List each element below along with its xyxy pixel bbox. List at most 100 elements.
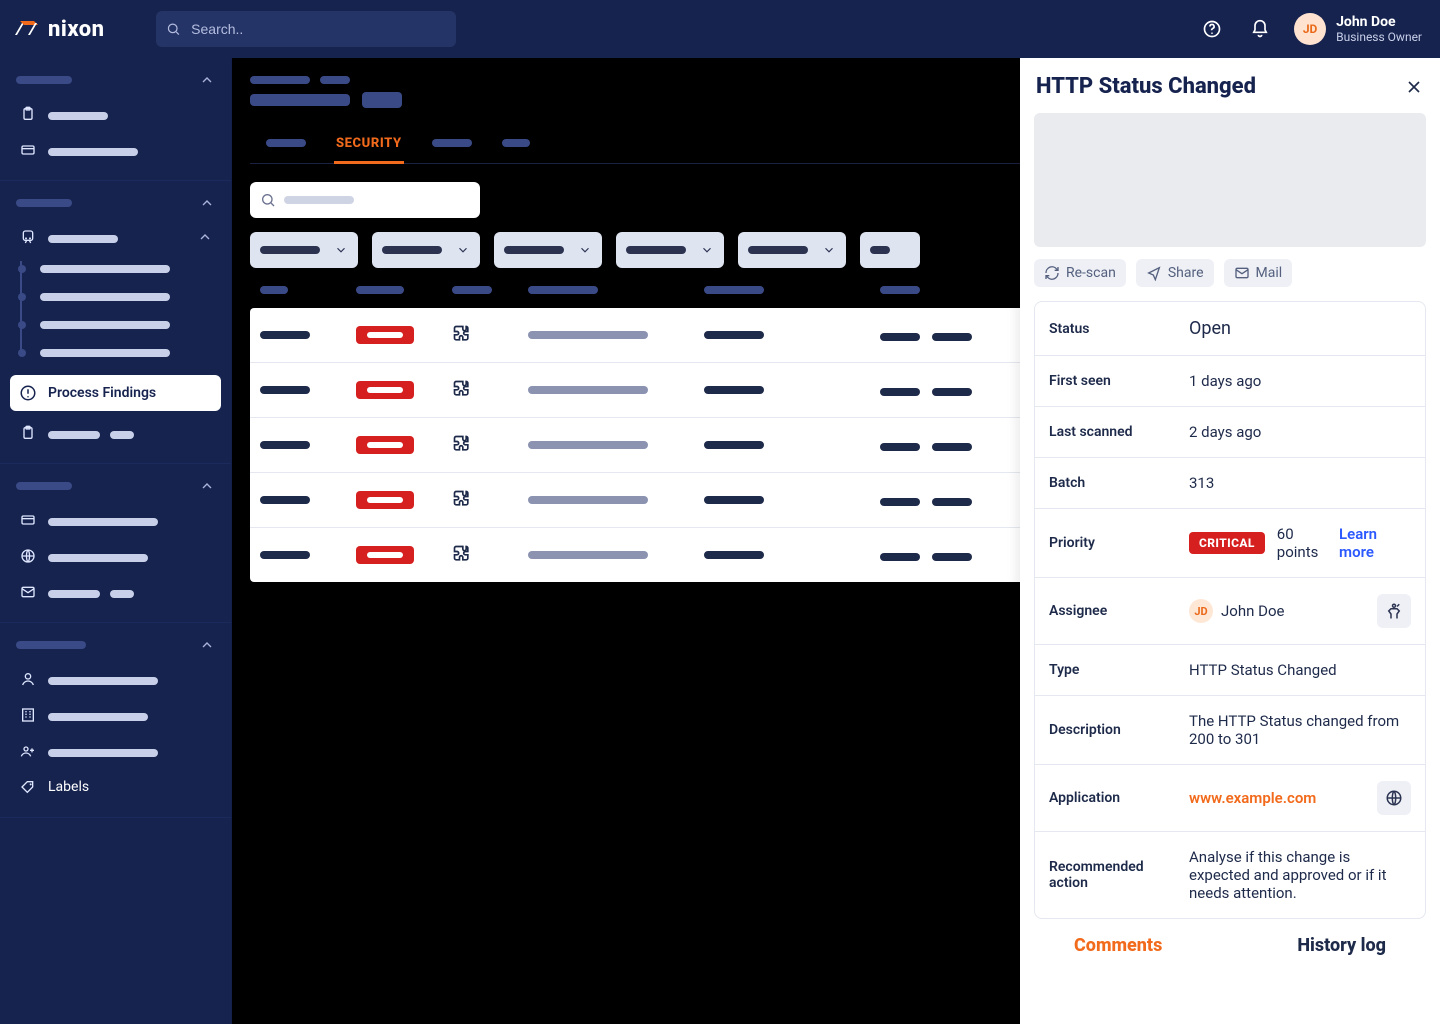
- filter-select[interactable]: [494, 232, 602, 268]
- logo-mark: [14, 18, 40, 40]
- detail-label: Description: [1049, 722, 1179, 738]
- sidebar-tree-node[interactable]: [34, 255, 221, 283]
- tab[interactable]: [430, 126, 474, 163]
- tab[interactable]: [500, 126, 532, 163]
- sidebar-item[interactable]: [10, 733, 221, 769]
- notifications-icon[interactable]: [1246, 15, 1274, 43]
- sidebar-item[interactable]: [10, 697, 221, 733]
- person-raise-icon: [1385, 602, 1403, 620]
- detail-label: Batch: [1049, 475, 1179, 491]
- sidebar-tree-node[interactable]: [34, 283, 221, 311]
- extension-icon: [452, 434, 474, 456]
- global-search[interactable]: [156, 11, 456, 47]
- chevron-down-icon: [578, 243, 592, 257]
- sidebar-item[interactable]: [10, 219, 221, 255]
- group-add-icon: [18, 741, 38, 761]
- rescan-button[interactable]: Re-scan: [1034, 259, 1126, 287]
- filter-select[interactable]: [616, 232, 724, 268]
- sidebar-tree: [10, 255, 221, 367]
- sidebar-tree-node[interactable]: [34, 311, 221, 339]
- sidebar-tree-node[interactable]: [34, 339, 221, 367]
- globe-icon: [1385, 789, 1403, 807]
- sidebar-group-3: [0, 464, 231, 623]
- drawer-tabs: Comments History log: [1034, 919, 1426, 966]
- sidebar-item[interactable]: [10, 538, 221, 574]
- detail-label: Application: [1049, 790, 1179, 806]
- extension-icon: [452, 324, 474, 346]
- detail-value: Analyse if this change is expected and a…: [1189, 848, 1401, 902]
- drawer-actions: Re-scan Share Mail: [1034, 259, 1426, 287]
- user-name: John Doe: [1336, 14, 1422, 31]
- mail-icon: [18, 582, 38, 602]
- sidebar-group-header[interactable]: [10, 633, 221, 661]
- filter-select[interactable]: [860, 232, 920, 268]
- sidebar-item-label: Labels: [48, 779, 89, 795]
- drawer-tab-comments[interactable]: Comments: [1074, 935, 1162, 956]
- chip-label: Share: [1168, 265, 1204, 281]
- filter-select[interactable]: [372, 232, 480, 268]
- sidebar-group-1: [0, 58, 231, 181]
- priority-badge: [356, 381, 414, 399]
- drawer-tab-history[interactable]: History log: [1297, 935, 1386, 956]
- sidebar-item-labels[interactable]: Labels: [10, 769, 221, 805]
- detail-label: Recommended action: [1049, 859, 1179, 891]
- building-icon: [18, 705, 38, 725]
- detail-value: 1 days ago: [1189, 372, 1401, 390]
- alert-circle-icon: [18, 383, 38, 403]
- sidebar-group-2: Process Findings: [0, 181, 231, 464]
- sidebar-group-header[interactable]: [10, 474, 221, 502]
- extension-icon: [452, 379, 474, 401]
- detail-label: Status: [1049, 321, 1179, 337]
- drawer-title: HTTP Status Changed: [1036, 74, 1256, 99]
- sidebar-group-header[interactable]: [10, 68, 221, 96]
- detail-value: 313: [1189, 474, 1401, 492]
- sidebar-item-process-findings[interactable]: Process Findings: [10, 375, 221, 411]
- close-button[interactable]: [1404, 77, 1424, 97]
- brand-logo: nixon: [14, 17, 104, 42]
- global-search-input[interactable]: [189, 20, 446, 38]
- tab-label: SECURITY: [336, 136, 402, 151]
- detail-value: 2 days ago: [1189, 423, 1401, 441]
- chevron-up-icon: [199, 478, 215, 494]
- help-icon[interactable]: [1198, 15, 1226, 43]
- user-menu[interactable]: JD John Doe Business Owner: [1294, 13, 1422, 45]
- card-icon: [18, 510, 38, 530]
- detail-label: Last scanned: [1049, 424, 1179, 440]
- detail-label: Assignee: [1049, 603, 1179, 619]
- application-link[interactable]: www.example.com: [1189, 789, 1316, 807]
- chevron-up-icon: [199, 195, 215, 211]
- brand-name: nixon: [48, 17, 104, 42]
- priority-badge: [356, 491, 414, 509]
- share-button[interactable]: Share: [1136, 259, 1214, 287]
- sidebar-item[interactable]: [10, 661, 221, 697]
- sidebar-item[interactable]: [10, 502, 221, 538]
- detail-label: First seen: [1049, 373, 1179, 389]
- filter-select[interactable]: [738, 232, 846, 268]
- learn-more-link[interactable]: Learn more: [1339, 525, 1401, 561]
- mail-icon: [1234, 265, 1250, 281]
- priority-critical-badge: CRITICAL: [1189, 532, 1265, 554]
- chevron-down-icon: [334, 243, 348, 257]
- topbar-right: JD John Doe Business Owner: [1198, 13, 1422, 45]
- sidebar-group-header[interactable]: [10, 191, 221, 219]
- table-search[interactable]: [250, 182, 480, 218]
- detail-value: Open: [1189, 318, 1401, 339]
- chevron-down-icon: [700, 243, 714, 257]
- priority-badge: [356, 326, 414, 344]
- sidebar-group-4: Labels: [0, 623, 231, 818]
- assign-self-button[interactable]: [1377, 594, 1411, 628]
- open-app-button[interactable]: [1377, 781, 1411, 815]
- tab-security[interactable]: SECURITY: [334, 126, 404, 163]
- clipboard-icon: [18, 423, 38, 443]
- detail-label: Type: [1049, 662, 1179, 678]
- sidebar-item[interactable]: [10, 96, 221, 132]
- close-icon: [1404, 77, 1424, 97]
- sidebar-item[interactable]: [10, 574, 221, 610]
- tab[interactable]: [264, 126, 308, 163]
- detail-label: Priority: [1049, 535, 1179, 551]
- chevron-up-icon: [199, 637, 215, 653]
- mail-button[interactable]: Mail: [1224, 259, 1293, 287]
- sidebar-item[interactable]: [10, 132, 221, 168]
- filter-select[interactable]: [250, 232, 358, 268]
- sidebar-item[interactable]: [10, 415, 221, 451]
